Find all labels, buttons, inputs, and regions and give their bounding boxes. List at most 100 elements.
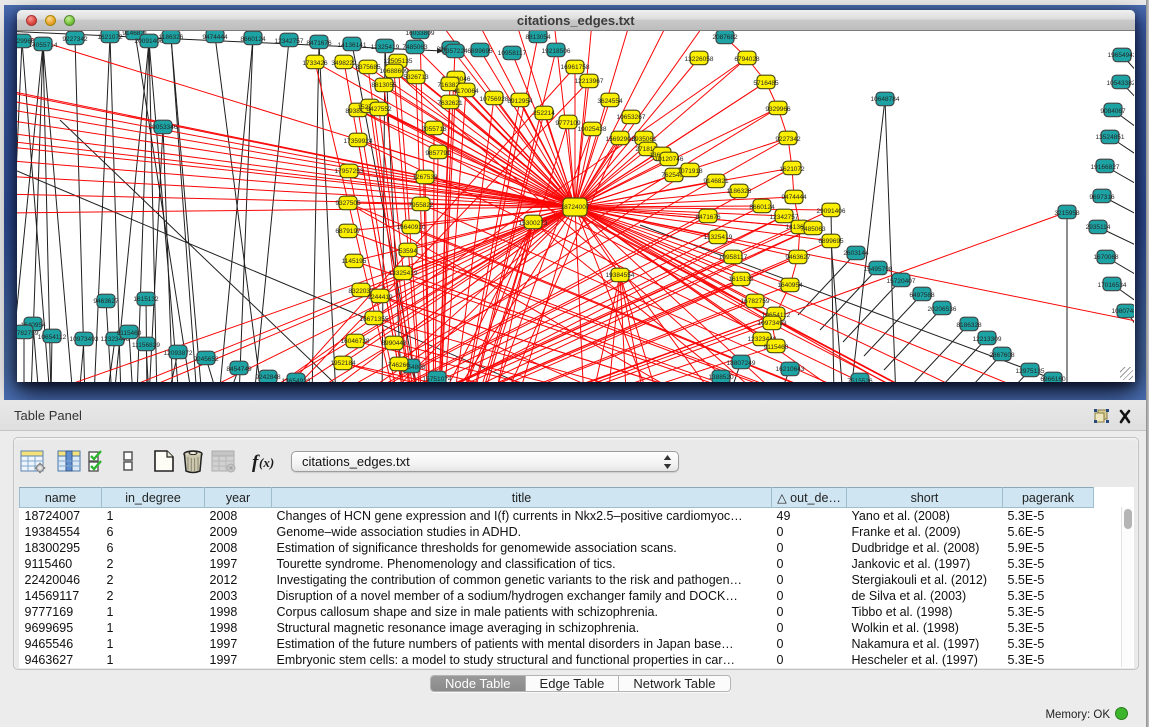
- svg-text:19654943: 19654943: [1108, 52, 1134, 59]
- svg-text:(x): (x): [259, 455, 274, 470]
- svg-text:12213309: 12213309: [973, 336, 1002, 343]
- svg-text:10807487: 10807487: [1112, 308, 1134, 315]
- svg-text:3215958: 3215958: [1054, 210, 1080, 217]
- svg-text:1640954: 1640954: [777, 282, 803, 289]
- svg-text:1670068: 1670068: [1093, 254, 1119, 261]
- svg-text:9329966: 9329966: [765, 106, 791, 113]
- svg-text:16210643: 16210643: [776, 366, 805, 373]
- svg-text:18724007: 18724007: [561, 204, 590, 211]
- svg-text:14055714: 14055714: [29, 42, 58, 49]
- svg-text:10025438: 10025438: [578, 126, 607, 133]
- svg-text:1267533: 1267533: [412, 174, 438, 181]
- svg-text:15300273: 15300273: [519, 220, 548, 227]
- svg-text:9857791: 9857791: [425, 150, 451, 157]
- svg-text:3498222: 3498222: [331, 60, 357, 67]
- svg-text:9227342: 9227342: [62, 36, 88, 43]
- svg-text:29091406: 29091406: [817, 208, 846, 215]
- svg-text:8660124: 8660124: [240, 36, 266, 43]
- svg-text:9115460: 9115460: [117, 330, 142, 337]
- svg-text:8454749: 8454749: [226, 366, 252, 373]
- svg-text:15751074: 15751074: [423, 376, 452, 382]
- svg-text:12342757: 12342757: [275, 38, 304, 45]
- svg-text:16033809: 16033809: [406, 31, 435, 37]
- svg-text:8912954: 8912954: [507, 98, 533, 105]
- svg-text:1388520: 1388520: [708, 374, 734, 381]
- svg-text:10958117: 10958117: [498, 50, 527, 57]
- svg-text:13654923: 13654923: [282, 378, 311, 382]
- svg-text:9463627: 9463627: [93, 298, 119, 305]
- svg-text:7485063: 7485063: [402, 44, 428, 51]
- svg-text:10648784: 10648784: [871, 96, 900, 103]
- svg-text:12093872: 12093872: [164, 350, 193, 357]
- svg-text:20091406: 20091406: [135, 38, 164, 45]
- svg-text:8471676: 8471676: [695, 214, 721, 221]
- svg-text:252214: 252214: [533, 110, 555, 117]
- svg-text:10973493: 10973493: [70, 336, 99, 343]
- svg-text:12213967: 12213967: [575, 78, 604, 85]
- svg-text:7955822: 7955822: [408, 202, 434, 209]
- svg-text:8990448: 8990448: [381, 340, 407, 347]
- svg-text:2867608: 2867608: [989, 352, 1015, 359]
- svg-text:9474444: 9474444: [781, 194, 807, 201]
- svg-text:16671355: 16671355: [360, 316, 389, 323]
- svg-text:2935114: 2935114: [1086, 224, 1111, 231]
- svg-text:6899695: 6899695: [467, 48, 493, 55]
- svg-text:19166827: 19166827: [1091, 164, 1120, 171]
- svg-text:1621072: 1621072: [97, 34, 123, 41]
- svg-text:7515526: 7515526: [847, 378, 873, 382]
- svg-text:10543382: 10543382: [1107, 80, 1134, 87]
- svg-text:11325419: 11325419: [704, 234, 733, 241]
- svg-text:6879197: 6879197: [335, 228, 361, 235]
- svg-text:6966160: 6966160: [1040, 376, 1066, 382]
- svg-text:17957253: 17957253: [335, 168, 364, 175]
- svg-text:9463627: 9463627: [785, 254, 811, 261]
- svg-text:13325419: 13325419: [389, 270, 418, 277]
- svg-text:9115460: 9115460: [764, 344, 789, 351]
- svg-text:5326713: 5326713: [403, 74, 429, 81]
- svg-text:19218506: 19218506: [542, 48, 571, 55]
- svg-text:8660124: 8660124: [749, 204, 775, 211]
- svg-text:16782759: 16782759: [741, 298, 770, 305]
- svg-text:6794028: 6794028: [734, 56, 760, 63]
- svg-text:5716485: 5716485: [753, 80, 779, 87]
- svg-text:11156829: 11156829: [132, 342, 160, 349]
- svg-text:17016534: 17016534: [1098, 282, 1127, 289]
- svg-text:16046738: 16046738: [341, 338, 370, 345]
- svg-text:9245652: 9245652: [193, 356, 219, 363]
- svg-text:1186326: 1186326: [727, 188, 752, 195]
- svg-text:1071918: 1071918: [677, 168, 703, 175]
- svg-text:13524851: 13524851: [1096, 134, 1125, 141]
- svg-text:1615132: 1615132: [728, 276, 754, 283]
- svg-text:7357224: 7357224: [442, 48, 468, 55]
- svg-text:13226058: 13226058: [685, 56, 714, 63]
- svg-text:10653267: 10653267: [617, 114, 646, 121]
- svg-text:12975135: 12975135: [1016, 368, 1045, 375]
- svg-text:16961758: 16961758: [561, 64, 590, 71]
- svg-text:8813054: 8813054: [525, 34, 551, 41]
- svg-text:6899695: 6899695: [818, 238, 844, 245]
- svg-text:3624554: 3624554: [597, 98, 623, 105]
- svg-text:10756928: 10756928: [480, 96, 509, 103]
- svg-text:10958117: 10958117: [719, 254, 748, 261]
- svg-text:6497568: 6497568: [909, 292, 935, 299]
- svg-text:9697316: 9697316: [1089, 194, 1115, 201]
- svg-text:18807249: 18807249: [727, 360, 756, 367]
- svg-text:3375685: 3375685: [355, 64, 381, 71]
- svg-text:14136141: 14136141: [338, 42, 367, 49]
- svg-text:8427552: 8427552: [366, 106, 392, 113]
- svg-text:1952184: 1952184: [330, 360, 356, 367]
- svg-text:9327505: 9327505: [335, 200, 361, 207]
- svg-text:1244419: 1244419: [367, 294, 393, 301]
- svg-text:10120746: 10120746: [655, 156, 684, 163]
- svg-text:11325419: 11325419: [371, 44, 400, 51]
- svg-text:20206536: 20206536: [928, 306, 957, 313]
- svg-text:10973493: 10973493: [758, 320, 787, 327]
- svg-text:7485063: 7485063: [800, 226, 826, 233]
- svg-text:15495798: 15495798: [864, 266, 893, 273]
- svg-text:746266: 746266: [388, 362, 410, 369]
- svg-text:16782759: 16782759: [17, 330, 39, 337]
- svg-text:8471676: 8471676: [306, 40, 332, 47]
- svg-text:1145195: 1145195: [342, 258, 367, 265]
- svg-text:53594: 53594: [399, 248, 417, 255]
- svg-text:2603144: 2603144: [843, 250, 869, 257]
